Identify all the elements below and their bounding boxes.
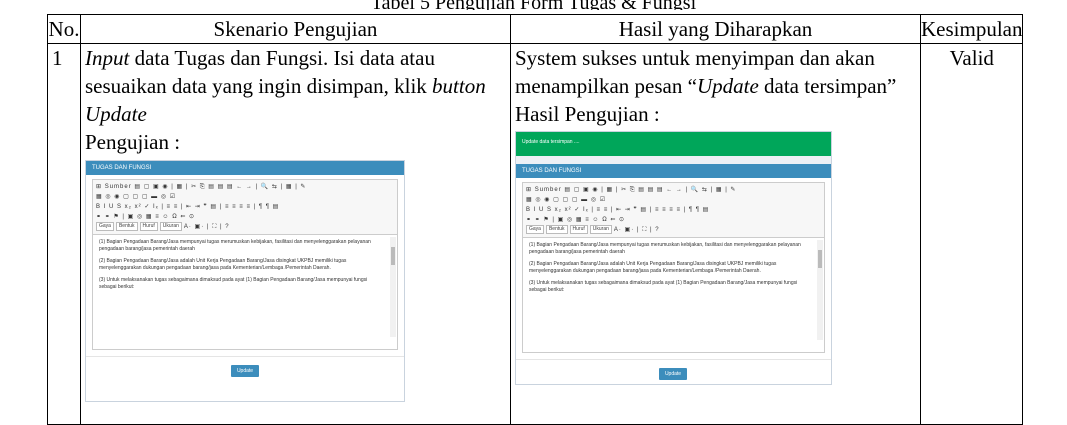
table-row: 1 Input data Tugas dan Fungsi. Isi data …: [47, 43, 1024, 425]
expected-text: System sukses untuk menyimpan dan akan m…: [515, 44, 916, 100]
screenshot-form-after: Update data tersimpan .... TUGAS DAN FUN…: [515, 131, 832, 385]
test-table: No. Skenario Pengujian Hasil yang Dihara…: [47, 14, 1024, 425]
cell-conclusion: Valid: [919, 43, 1024, 425]
editor-paragraph: (3) Untuk melaksanakan tugas sebagaimana…: [529, 280, 798, 293]
editor-paragraph: (1) Bagian Pengadaan Barang/Jasa mempuny…: [99, 239, 371, 252]
expected-update-word: Update: [696, 74, 759, 98]
table-header-row: No. Skenario Pengujian Hasil yang Dihara…: [47, 14, 1024, 44]
header-no: No.: [47, 14, 81, 44]
style-select[interactable]: Gaya: [96, 222, 114, 231]
toolbar-row[interactable]: ⚭ ⚭ ⚑ | ▣ ◎ ▦ ≡ ☺ Ω ⇐ ⊙: [526, 215, 821, 225]
update-button[interactable]: Update: [231, 365, 259, 377]
style-select[interactable]: Gaya: [526, 225, 544, 234]
format-select[interactable]: Bentuk: [115, 222, 138, 231]
cell-no: 1: [47, 43, 81, 425]
editor-toolbar: ⊞ Sumber ▤ ▢ ▣ ◉ | ▦ | ✂ ⎘ ▤ ▤ ▤ ← → | 🔍…: [522, 182, 825, 238]
header-conclusion: Kesimpulan: [919, 14, 1024, 44]
scrollbar-thumb[interactable]: [391, 247, 395, 265]
cell-expected: System sukses untuk menyimpan dan akan m…: [510, 43, 921, 425]
editor-scrollbar[interactable]: [390, 237, 396, 337]
scenario-text: Input data Tugas dan Fungsi. Isi data at…: [85, 44, 506, 128]
table-caption: Tabel 5 Pengujian Form Tugas & Fungsi: [0, 0, 1067, 10]
scenario-body: data Tugas dan Fungsi. Isi data atau ses…: [85, 46, 435, 98]
toolbar-row[interactable]: B I U S x₂ x² ✓ Iₓ | ≡ ≡ | ⇤ ⇥ ❞ ▤ | ≡ ≡…: [96, 202, 394, 212]
scenario-label: Pengujian :: [85, 130, 181, 154]
screenshot-form-before: TUGAS DAN FUNGSI ⊞ Sumber ▤ ▢ ▣ ◉ | ▦ | …: [85, 160, 405, 402]
editor-paragraph: (2) Bagian Pengadaan Barang/Jasa adalah …: [99, 258, 347, 271]
toolbar-row[interactable]: ⚭ ⚭ ⚑ | ▣ ◎ ▦ ≡ ☺ Ω ⇐ ⊙: [96, 212, 394, 222]
toolbar-row[interactable]: B I U S x₂ x² ✓ Iₓ | ≡ ≡ | ⇤ ⇥ ❞ ▤ | ≡ ≡…: [526, 205, 821, 215]
toolbar-row[interactable]: ▦ ◎ ◉ ▢ ▢ ▢ ▬ ◎ ☑: [96, 192, 394, 202]
toolbar-row[interactable]: ▦ ◎ ◉ ▢ ▢ ▢ ▬ ◎ ☑: [526, 195, 821, 205]
editor-paragraph: (2) Bagian Pengadaan Barang/Jasa adalah …: [529, 261, 777, 274]
toolbar-row-styles: Gaya Bentuk Huruf Ukuran A· ▣· | ⛶ | ?: [526, 225, 821, 235]
toolbar-row[interactable]: ⊞ Sumber ▤ ▢ ▣ ◉ | ▦ | ✂ ⎘ ▤ ▤ ▤ ← → | 🔍…: [96, 182, 394, 192]
panel-footer: Update: [516, 359, 831, 384]
panel-title: TUGAS DAN FUNGSI: [516, 164, 831, 178]
update-button[interactable]: Update: [659, 368, 687, 380]
editor-toolbar: ⊞ Sumber ▤ ▢ ▣ ◉ | ▦ | ✂ ⎘ ▤ ▤ ▤ ← → | 🔍…: [92, 179, 398, 235]
toolbar-row-styles: Gaya Bentuk Huruf Ukuran A· ▣· | ⛶ | ?: [96, 222, 394, 232]
format-select[interactable]: Bentuk: [545, 225, 568, 234]
alert-gap: [516, 156, 831, 164]
panel-title: TUGAS DAN FUNGSI: [86, 161, 404, 175]
cell-scenario: Input data Tugas dan Fungsi. Isi data at…: [80, 43, 511, 425]
editor-area[interactable]: (1) Bagian Pengadaan Barang/Jasa mempuny…: [522, 238, 825, 353]
expected-label: Hasil Pengujian :: [515, 102, 660, 126]
scrollbar-thumb[interactable]: [818, 250, 822, 268]
size-select[interactable]: Ukuran: [159, 222, 182, 231]
header-scenario: Skenario Pengujian: [80, 14, 511, 44]
font-select[interactable]: Huruf: [569, 225, 588, 234]
editor-paragraph: (1) Bagian Pengadaan Barang/Jasa mempuny…: [529, 242, 801, 255]
toolbar-row[interactable]: ⊞ Sumber ▤ ▢ ▣ ◉ | ▦ | ✂ ⎘ ▤ ▤ ▤ ← → | 🔍…: [526, 185, 821, 195]
editor-area[interactable]: (1) Bagian Pengadaan Barang/Jasa mempuny…: [92, 235, 398, 350]
font-select[interactable]: Huruf: [139, 222, 158, 231]
size-select[interactable]: Ukuran: [589, 225, 612, 234]
toolbar-tail[interactable]: A· ▣· | ⛶ | ?: [614, 227, 660, 233]
panel-footer: Update: [86, 356, 404, 387]
editor-scrollbar[interactable]: [817, 240, 823, 340]
expected-tail: data tersimpan”: [758, 74, 897, 98]
scenario-input-word: Input: [85, 46, 130, 70]
header-expected: Hasil yang Diharapkan: [510, 14, 921, 44]
editor-paragraph: (3) Untuk melaksanakan tugas sebagaimana…: [99, 277, 368, 290]
toolbar-tail[interactable]: A· ▣· | ⛶ | ?: [184, 224, 230, 230]
success-alert: Update data tersimpan ....: [516, 132, 831, 156]
